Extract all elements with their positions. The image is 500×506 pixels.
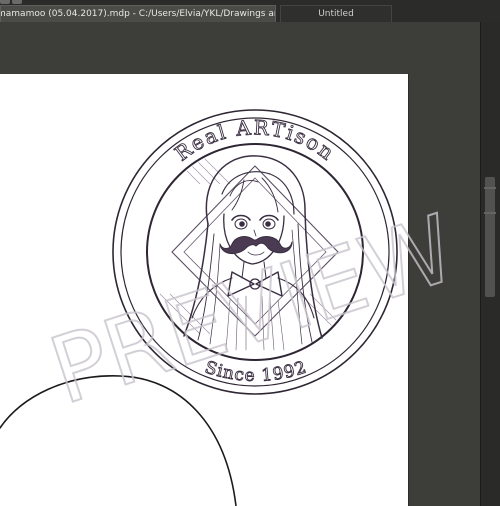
document-tab-bar: mamamoo (05.04.2017).mdp - C:/Users/Elvi…	[0, 0, 500, 23]
partial-circle-sketch	[0, 375, 237, 506]
medallion-inner-ring	[146, 143, 364, 361]
medallion-outer-ring	[112, 109, 398, 395]
tab-untitled-document[interactable]: Untitled	[280, 5, 392, 22]
tab-scroll-left-button[interactable]	[0, 0, 10, 4]
badge-bottom-text: Since 1992	[202, 357, 309, 386]
sketch-artwork: Real ARTison Since 1992	[0, 109, 398, 506]
right-scrollbar[interactable]	[480, 22, 500, 506]
scrollbar-thumb[interactable]	[485, 177, 495, 297]
tab-untitled-label: Untitled	[318, 9, 354, 19]
medallion-middle-ring	[120, 117, 390, 387]
tab-mamamoo-document[interactable]: mamamoo (05.04.2017).mdp - C:/Users/Elvi…	[0, 5, 276, 22]
tab-mamamoo-label: mamamoo (05.04.2017).mdp - C:/Users/Elvi…	[0, 9, 275, 19]
scrollbar-grip	[484, 212, 496, 214]
tab-scroll-right-button[interactable]	[12, 0, 22, 4]
app-window: mamamoo (05.04.2017).mdp - C:/Users/Elvi…	[0, 0, 500, 506]
scrollbar-grip	[484, 187, 496, 189]
canvas-workspace[interactable]: Real ARTison Since 1992 PREVIEW	[0, 22, 500, 506]
drawing-canvas[interactable]: Real ARTison Since 1992	[0, 74, 408, 506]
character-sketch	[183, 155, 323, 351]
